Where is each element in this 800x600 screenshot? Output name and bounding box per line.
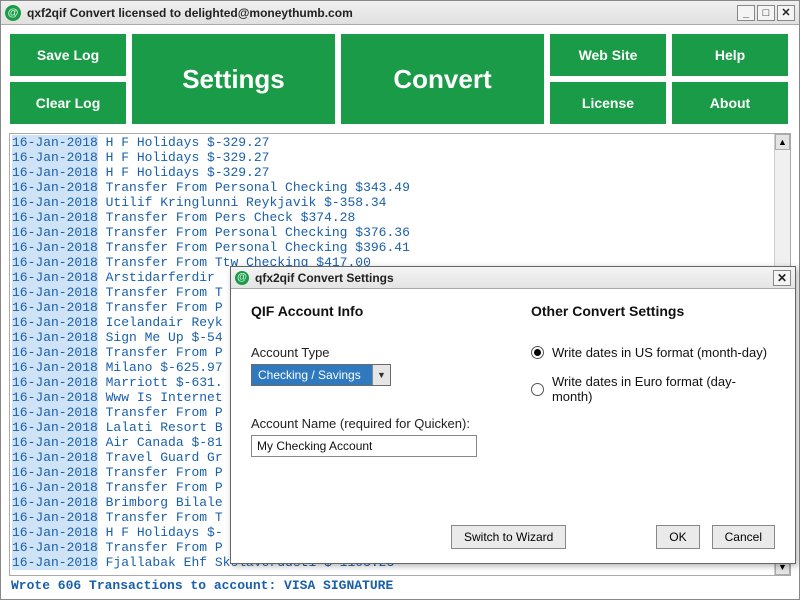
log-line: 16-Jan-2018 Transfer From Personal Check… [12,180,788,195]
account-type-value: Checking / Savings [252,368,372,382]
dialog-title: qfx2qif Convert Settings [255,271,394,285]
radio-euro-format[interactable]: Write dates in Euro format (day-month) [531,374,775,404]
log-line: 16-Jan-2018 H F Holidays $-329.27 [12,150,788,165]
log-line: 16-Jan-2018 Transfer From Personal Check… [12,225,788,240]
convert-button[interactable]: Convert [340,33,545,125]
help-button[interactable]: Help [671,33,789,77]
account-name-input[interactable] [251,435,477,457]
radio-us-label: Write dates in US format (month-day) [552,345,767,360]
dialog-close-button[interactable]: ✕ [773,270,791,286]
account-type-label: Account Type [251,345,511,360]
radio-icon [531,346,544,359]
log-line: 16-Jan-2018 H F Holidays $-329.27 [12,135,788,150]
window-title: qxf2qif Convert licensed to delighted@mo… [27,6,353,20]
minimize-button[interactable]: _ [737,5,755,21]
radio-icon [531,383,544,396]
scroll-up-icon[interactable]: ▲ [775,134,790,150]
settings-button[interactable]: Settings [131,33,336,125]
dialog-body: QIF Account Info Account Type Checking /… [231,289,795,563]
switch-to-wizard-button[interactable]: Switch to Wizard [451,525,566,549]
toolbar: Save Log Clear Log Settings Convert Web … [1,25,799,133]
log-line: 16-Jan-2018 Transfer From Personal Check… [12,240,788,255]
radio-us-format[interactable]: Write dates in US format (month-day) [531,345,775,360]
status-line: Wrote 606 Transactions to account: VISA … [1,576,799,599]
app-logo-icon [5,5,21,21]
log-line: 16-Jan-2018 H F Holidays $-329.27 [12,165,788,180]
settings-dialog: qfx2qif Convert Settings ✕ QIF Account I… [230,266,796,564]
about-button[interactable]: About [671,81,789,125]
dialog-button-row: Switch to Wizard OK Cancel [251,525,775,549]
account-type-select[interactable]: Checking / Savings ▼ [251,364,391,386]
license-button[interactable]: License [549,81,667,125]
web-site-button[interactable]: Web Site [549,33,667,77]
qif-account-info-heading: QIF Account Info [251,303,511,319]
log-line: 16-Jan-2018 Utilif Kringlunni Reykjavik … [12,195,788,210]
close-button[interactable]: ✕ [777,5,795,21]
clear-log-button[interactable]: Clear Log [9,81,127,125]
save-log-button[interactable]: Save Log [9,33,127,77]
cancel-button[interactable]: Cancel [712,525,775,549]
log-line: 16-Jan-2018 Transfer From Pers Check $37… [12,210,788,225]
account-name-label: Account Name (required for Quicken): [251,416,511,431]
radio-euro-label: Write dates in Euro format (day-month) [552,374,775,404]
app-logo-icon [235,271,249,285]
titlebar: qxf2qif Convert licensed to delighted@mo… [1,1,799,25]
ok-button[interactable]: OK [656,525,699,549]
other-settings-heading: Other Convert Settings [531,303,775,319]
chevron-down-icon: ▼ [372,365,390,385]
dialog-titlebar: qfx2qif Convert Settings ✕ [231,267,795,289]
maximize-button[interactable]: □ [757,5,775,21]
